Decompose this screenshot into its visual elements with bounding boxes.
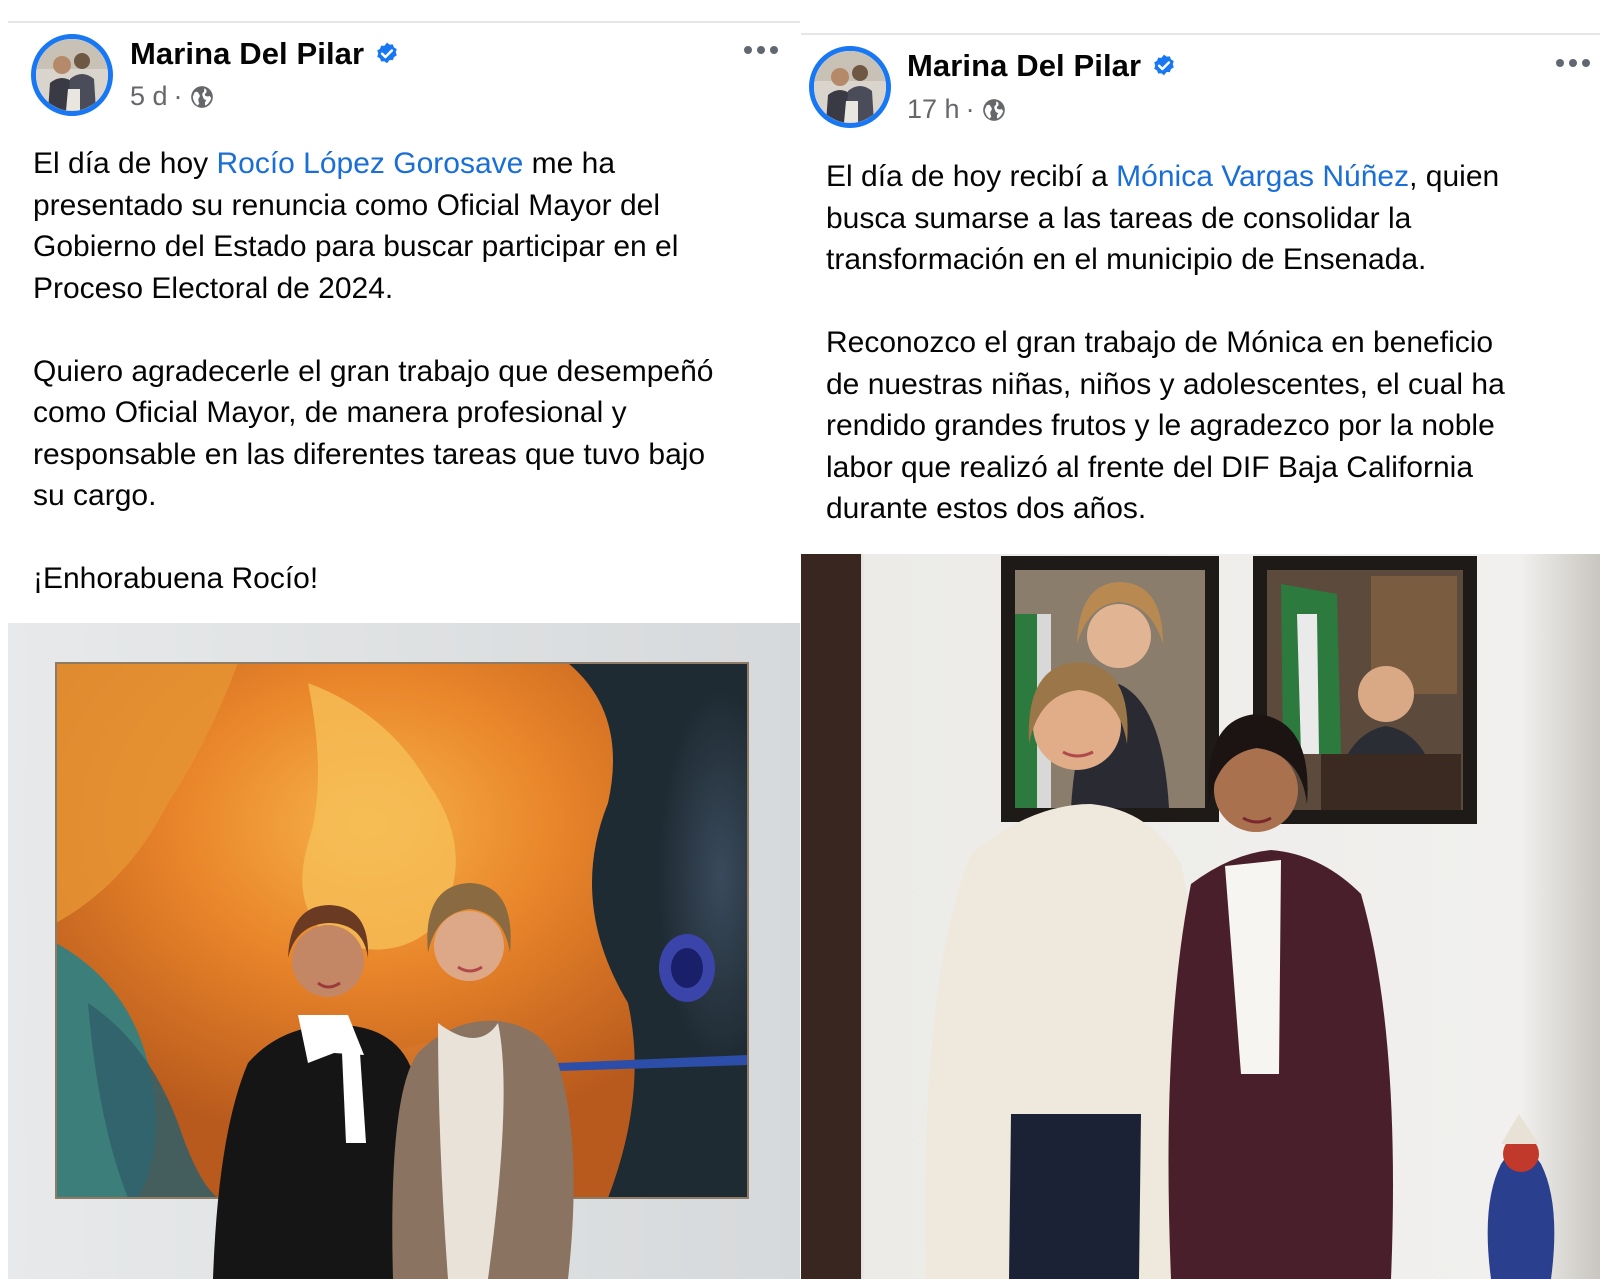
text-segment: ¡Enhorabuena Rocío! [33,562,319,595]
text-line: como Oficial Mayor, de manera profesiona… [33,392,793,434]
avatar[interactable] [809,46,891,128]
photo-office-portraits-two-women [801,554,1600,1279]
timestamp[interactable]: 17 h [907,94,960,125]
post-text: El día de hoy Rocío López Gorosave me ha… [33,143,793,600]
verified-badge-icon [1154,54,1174,76]
text-segment: labor que realizó al frente del DIF Baja… [826,450,1474,484]
text-segment: su cargo. [33,479,157,512]
mention-link[interactable]: Rocío López Gorosave [216,147,523,180]
divider [8,21,800,23]
post-photo[interactable] [8,623,800,1279]
text-line: durante estos dos años. [826,488,1596,530]
text-line: labor que realizó al frente del DIF Baja… [826,447,1596,489]
text-line: Quiero agradecerle el gran trabajo que d… [33,351,793,393]
text-line: El día de hoy recibí a Mónica Vargas Núñ… [826,156,1596,198]
facebook-post-left: Marina Del Pilar 5 d · El día de hoy Roc… [8,0,800,1279]
text-segment: responsable en las diferentes tareas que… [33,437,706,471]
text-segment: presentado su renuncia como Oficial Mayo… [33,188,660,222]
meta-separator: · [173,81,183,111]
timestamp[interactable]: 5 d [130,81,168,112]
facebook-post-right: Marina Del Pilar 17 h · El día de hoy re… [801,0,1600,1279]
text-segment: transformación en el municipio de Ensena… [826,243,1427,276]
text-segment: Reconozco el gran trabajo de Mónica en b… [826,326,1494,359]
text-line: de nuestras niñas, niños y adolescentes,… [826,364,1596,406]
text-line: Proceso Electoral de 2024. [33,268,793,310]
post-meta: 17 h · [907,94,1007,125]
text-line: ¡Enhorabuena Rocío! [33,558,793,600]
globe-icon [190,85,213,108]
text-line: rendido grandes frutos y le agradezco po… [826,405,1596,447]
text-segment: de nuestras niñas, niños y adolescentes,… [826,367,1505,401]
text-segment: El día de hoy [33,147,217,180]
more-options-icon[interactable] [1556,59,1590,67]
text-line: Gobierno del Estado para buscar particip… [33,226,793,268]
text-line: su cargo. [33,475,793,517]
text-line: El día de hoy Rocío López Gorosave me ha [33,143,793,185]
text-segment: Gobierno del Estado para buscar particip… [33,230,679,263]
verified-badge-icon [377,42,397,64]
text-line: transformación en el municipio de Ensena… [826,239,1596,281]
text-line: presentado su renuncia como Oficial Mayo… [33,185,793,227]
author-name[interactable]: Marina Del Pilar [907,48,1141,84]
text-segment: rendido grandes frutos y le agradezco po… [826,409,1495,442]
photo-abstract-painting-two-women [8,623,800,1279]
text-segment: , quien [1409,160,1500,193]
avatar-photo [36,39,108,111]
text-line: busca sumarse a las tareas de consolidar… [826,198,1596,240]
author-row: Marina Del Pilar [130,36,400,72]
text-segment: Proceso Electoral de 2024. [33,271,394,305]
post-meta: 5 d · [130,81,215,112]
author-name[interactable]: Marina Del Pilar [130,36,364,72]
text-segment: Quiero agradecerle el gran trabajo que d… [33,354,714,388]
post-text: El día de hoy recibí a Mónica Vargas Núñ… [826,156,1596,530]
text-line: responsable en las diferentes tareas que… [33,434,793,476]
text-segment: busca sumarse a las tareas de consolidar… [826,201,1412,235]
divider [801,33,1600,35]
avatar-photo [814,51,886,123]
text-segment: durante estos dos años. [826,492,1147,525]
avatar[interactable] [31,34,113,116]
globe-icon [982,98,1005,121]
text-segment: me ha [523,147,616,180]
text-segment: El día de hoy recibí a [826,160,1117,193]
post-photo[interactable] [801,554,1600,1279]
more-options-icon[interactable] [744,46,778,54]
meta-separator: · [965,94,975,124]
text-segment: como Oficial Mayor, de manera profesiona… [33,396,627,429]
author-row: Marina Del Pilar [907,48,1177,84]
text-line: Reconozco el gran trabajo de Mónica en b… [826,322,1596,364]
mention-link[interactable]: Mónica Vargas Núñez [1116,160,1409,193]
